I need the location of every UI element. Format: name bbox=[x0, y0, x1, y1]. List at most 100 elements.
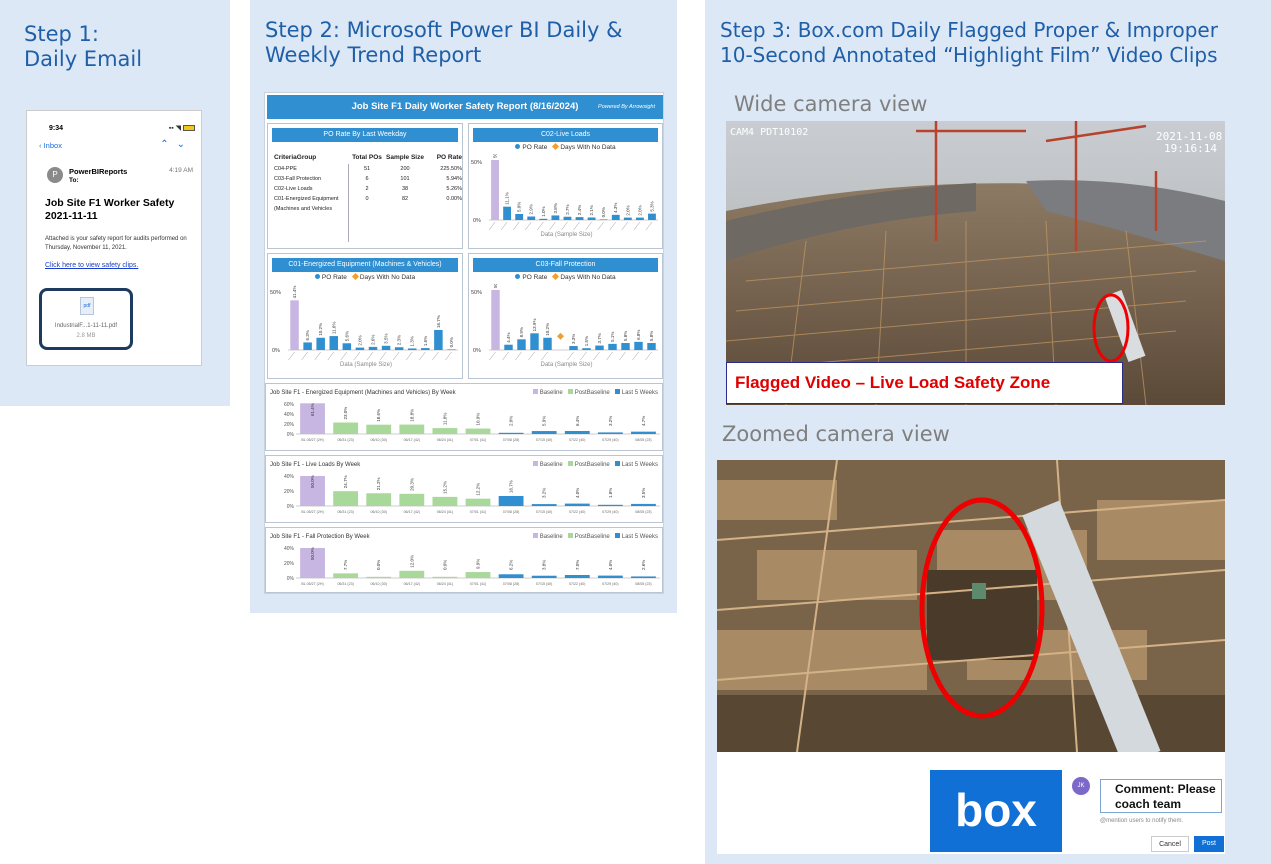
x-tick-label: 06/10 (30) bbox=[371, 438, 387, 442]
chart-legend: PO Rate Days With No Data bbox=[268, 272, 462, 281]
step2-title-line1: Step 2: Microsoft Power BI Daily & bbox=[265, 18, 623, 42]
x-tick-label: BL 05/27 (2H) bbox=[301, 582, 323, 586]
bar bbox=[368, 346, 378, 350]
step1-title-line2: Daily Email bbox=[24, 47, 143, 71]
x-tick-label: 05/31 (23) bbox=[337, 438, 353, 442]
x-tick-label bbox=[585, 221, 592, 231]
y-tick-label: 50% bbox=[471, 160, 482, 166]
live-loads-daily-card: C02-Live Loads PO Rate Days With No Data … bbox=[468, 123, 663, 249]
x-tick-label bbox=[645, 351, 652, 361]
bar bbox=[407, 348, 417, 350]
x-tick-label bbox=[392, 351, 400, 361]
table-cell: 51 bbox=[363, 166, 371, 172]
bar-data-label: 50.0% bbox=[310, 475, 315, 488]
bar-data-label: 2.0% bbox=[357, 335, 362, 345]
x-tick-label bbox=[406, 351, 413, 361]
x-tick-label bbox=[288, 351, 295, 361]
x-tick-label bbox=[366, 351, 374, 361]
bar-data-label: 6.2% bbox=[509, 560, 514, 570]
bar bbox=[399, 424, 425, 434]
bar bbox=[517, 339, 526, 350]
x-tick-label bbox=[353, 351, 361, 361]
bar-data-label: 2.6% bbox=[641, 560, 646, 570]
bar-data-label: 5.8% bbox=[649, 331, 654, 341]
step2-title-line2: Weekly Trend Report bbox=[265, 43, 482, 67]
safety-clips-link[interactable]: Click here to view safety clips. bbox=[45, 262, 138, 269]
bar-data-label: 1.6% bbox=[423, 336, 428, 346]
bar-data-label: 0.0% bbox=[442, 560, 447, 570]
nav-arrows[interactable]: ⌃⌄ bbox=[160, 139, 193, 150]
bar bbox=[634, 341, 643, 350]
bar-data-label: 2.0% bbox=[625, 205, 630, 215]
commenter-avatar: JK bbox=[1072, 777, 1090, 795]
x-tick-label bbox=[541, 351, 548, 361]
bar bbox=[434, 329, 443, 350]
comment-input[interactable]: Comment: Please coach team bbox=[1100, 779, 1222, 813]
po-rate-table-card: PO Rate By Last Weekday CriteriaGroup To… bbox=[267, 123, 463, 249]
x-tick-label: 08/05 (23) bbox=[635, 438, 651, 442]
y-tick-label: 0% bbox=[272, 348, 280, 354]
x-tick-label bbox=[606, 351, 613, 361]
x-tick-label: 07/08 (28) bbox=[503, 438, 519, 442]
bar-data-label: 10.2% bbox=[545, 323, 550, 336]
table-cell: 6 bbox=[365, 176, 369, 182]
wide-camera-video[interactable]: CAM4 PDT10102 2021-11-08 19:16:14 Flagge… bbox=[726, 121, 1225, 405]
x-tick-label: 06/17 (42) bbox=[404, 510, 420, 514]
legend-nodata: Days With No Data bbox=[560, 274, 616, 281]
legend-rate: PO Rate bbox=[321, 274, 347, 281]
x-tick-label: 08/05 (23) bbox=[635, 582, 651, 586]
nodata-marker bbox=[556, 332, 565, 340]
x-tick-label bbox=[573, 221, 580, 231]
bar-data-label: 6.4% bbox=[575, 416, 580, 426]
table-row: (Machines and Vehicles bbox=[274, 204, 462, 214]
bar bbox=[597, 504, 623, 506]
x-tick-label bbox=[609, 221, 616, 231]
step3-title: Step 3: Box.com Daily Flagged Proper & I… bbox=[720, 18, 1218, 68]
table-cell: 5.94% bbox=[446, 176, 462, 182]
bar bbox=[290, 300, 299, 350]
bar bbox=[569, 346, 578, 350]
legend-nodata: Days With No Data bbox=[560, 144, 616, 151]
avatar: P bbox=[47, 167, 63, 183]
bar-data-label: 16.7% bbox=[436, 315, 441, 328]
bar-data-label: 6.8% bbox=[636, 330, 641, 340]
bar bbox=[648, 213, 656, 220]
x-tick-label bbox=[419, 351, 426, 361]
bar bbox=[597, 575, 623, 578]
x-tick-label: 07/22 (40) bbox=[569, 510, 585, 514]
bar-data-label: 41.4% bbox=[292, 286, 297, 299]
x-tick-label bbox=[515, 351, 522, 361]
bar bbox=[366, 493, 392, 506]
bar bbox=[527, 216, 536, 220]
zoomed-camera-video[interactable] bbox=[717, 460, 1225, 752]
x-tick-label: 06/17 (42) bbox=[404, 582, 420, 586]
bar-data-label: 2.1% bbox=[589, 205, 594, 215]
bar-data-label: 7.0% bbox=[575, 560, 580, 570]
x-tick-label: 07/08 (28) bbox=[503, 510, 519, 514]
sender-name: PowerBIReports bbox=[69, 167, 128, 176]
x-tick-label: 07/15 (40) bbox=[536, 438, 552, 442]
attachment-size: 2.8 MB bbox=[76, 333, 96, 339]
bar bbox=[447, 349, 456, 350]
pdf-attachment[interactable]: pdf IndustrialF...1-11-11.pdf 2.8 MB bbox=[39, 288, 133, 350]
bar-data-label: 15.2% bbox=[442, 481, 447, 494]
bar-data-label: 4.4% bbox=[506, 332, 511, 342]
bar bbox=[381, 345, 391, 350]
legend-last5: Last 5 Weeks bbox=[621, 534, 658, 540]
daily-card-title: C01-Energized Equipment (Machines & Vehi… bbox=[272, 258, 458, 272]
bar-data-label: 5.3% bbox=[649, 201, 654, 211]
live-loads-daily-chart: 50% 0% 50.0% 11.1% 5.0% 2.9% 1.0% 3.8% 2.7% 2.4% 2… bbox=[471, 154, 658, 238]
y-tick-label: 40% bbox=[284, 412, 295, 418]
table-cell: 0.00% bbox=[446, 196, 462, 202]
cancel-button[interactable]: Cancel bbox=[1151, 836, 1189, 852]
bar bbox=[635, 217, 644, 220]
legend-postbaseline: PostBaseline bbox=[574, 390, 610, 396]
bar-data-label: 11.1% bbox=[505, 192, 510, 204]
bar bbox=[399, 493, 425, 506]
step1-title-line1: Step 1: bbox=[24, 22, 99, 46]
x-tick-label bbox=[633, 221, 641, 231]
x-tick-label: 06/24 (41) bbox=[437, 438, 453, 442]
bar bbox=[647, 343, 656, 350]
post-button[interactable]: Post bbox=[1194, 836, 1224, 852]
back-inbox-link[interactable]: ‹ Inbox bbox=[39, 141, 62, 150]
